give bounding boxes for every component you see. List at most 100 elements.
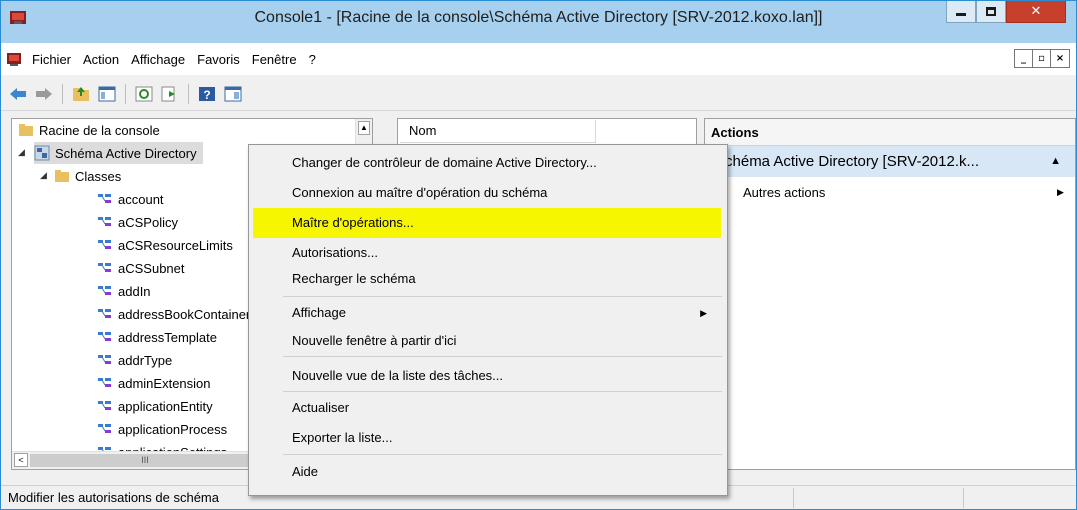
status-divider <box>793 488 794 508</box>
menu-fenetre[interactable]: Fenêtre <box>246 52 303 67</box>
maximize-button[interactable] <box>976 1 1006 23</box>
up-folder-icon[interactable] <box>70 83 92 105</box>
menu-item-connexion-maitre[interactable]: Connexion au maître d'opération du schém… <box>253 178 721 208</box>
actions-group-header[interactable]: Schéma Active Directory [SRV-2012.k... ▲ <box>705 146 1075 177</box>
tree-classes[interactable]: Classes <box>54 165 121 187</box>
show-hide-tree-icon[interactable] <box>96 83 118 105</box>
scroll-up-icon[interactable]: ▲ <box>358 121 370 135</box>
menu-separator <box>283 296 722 297</box>
class-icon <box>98 332 111 341</box>
column-header-nom[interactable]: Nom <box>400 120 596 143</box>
forward-arrow-icon[interactable] <box>33 83 55 105</box>
menu-item-recharger-schema[interactable]: Recharger le schéma <box>253 264 721 294</box>
class-icon <box>98 424 111 433</box>
collapse-up-icon[interactable]: ▲ <box>1050 146 1061 177</box>
class-label: addressBookContainer <box>118 306 251 322</box>
mdi-controls: _ ▫ × <box>1014 49 1070 68</box>
class-label: addIn <box>118 283 151 299</box>
close-button[interactable]: ✕ <box>1006 1 1066 23</box>
menu-affichage[interactable]: Affichage <box>125 52 191 67</box>
export-list-icon[interactable] <box>159 83 181 105</box>
mdi-close-button[interactable]: × <box>1051 50 1069 67</box>
menu-item-nouvelle-vue[interactable]: Nouvelle vue de la liste des tâches... <box>253 361 721 391</box>
scroll-thumb[interactable]: III <box>30 454 260 467</box>
menu-separator <box>283 454 722 455</box>
menu-favoris[interactable]: Favoris <box>191 52 246 67</box>
menu-item-exporter[interactable]: Exporter la liste... <box>253 423 721 453</box>
class-icon <box>98 240 111 249</box>
menu-action[interactable]: Action <box>77 52 125 67</box>
menu-item-actualiser[interactable]: Actualiser <box>253 393 721 423</box>
tree-classes-label: Classes <box>75 168 122 184</box>
status-divider <box>963 488 964 508</box>
class-label: addressTemplate <box>118 329 217 345</box>
class-label: aCSPolicy <box>118 214 178 230</box>
collapse-icon[interactable]: ◢ <box>18 147 25 158</box>
tree-class-item[interactable]: applicationProcess <box>97 418 227 440</box>
tree-class-item[interactable]: account <box>97 188 164 210</box>
tree-class-item[interactable]: adminExtension <box>97 372 211 394</box>
tree-root-label: Racine de la console <box>39 122 160 138</box>
tree-class-item[interactable]: applicationEntity <box>97 395 213 417</box>
class-label: applicationEntity <box>118 398 213 414</box>
toolbar-separator <box>62 83 63 104</box>
class-icon <box>98 194 111 203</box>
minimize-button[interactable] <box>946 1 976 23</box>
class-icon <box>98 401 111 410</box>
back-arrow-icon[interactable] <box>7 83 29 105</box>
mmc-window: Console1 - [Racine de la console\Schéma … <box>0 0 1077 510</box>
collapse-icon[interactable]: ◢ <box>40 170 47 181</box>
menu-item-maitre-operations[interactable]: Maître d'opérations... <box>253 208 721 238</box>
tree-class-item[interactable]: aCSResourceLimits <box>97 234 233 256</box>
tree-class-item[interactable]: aCSPolicy <box>97 211 178 233</box>
class-icon <box>98 355 111 364</box>
action-pane-icon[interactable] <box>222 83 244 105</box>
menu-item-changer-controleur[interactable]: Changer de contrôleur de domaine Active … <box>253 148 721 178</box>
console-menu-icon[interactable] <box>6 51 22 67</box>
schema-snapin-icon <box>34 145 50 161</box>
status-text: Modifier les autorisations de schéma <box>8 490 219 505</box>
menu-help[interactable]: ? <box>303 52 322 67</box>
menu-item-affichage-label: Affichage <box>292 305 346 320</box>
context-menu: Changer de contrôleur de domaine Active … <box>248 144 728 496</box>
actions-title: Actions <box>705 119 1075 146</box>
class-icon <box>98 263 111 272</box>
class-icon <box>98 217 111 226</box>
tree-class-item[interactable]: addressBookContainer <box>97 303 250 325</box>
menu-fichier[interactable]: Fichier <box>26 52 77 67</box>
menu-item-affichage[interactable]: Affichage ▶ <box>253 298 721 328</box>
actions-group-title: Schéma Active Directory [SRV-2012.k... <box>715 153 980 170</box>
tree-class-item[interactable]: addrType <box>97 349 172 371</box>
class-icon <box>98 378 111 387</box>
more-actions-link[interactable]: Autres actions <box>743 185 825 200</box>
submenu-arrow-icon: ▶ <box>700 308 707 318</box>
help-icon[interactable]: ? <box>196 83 218 105</box>
minimize-icon <box>956 13 966 16</box>
tree-snapin[interactable]: Schéma Active Directory <box>34 142 203 164</box>
class-label: addrType <box>118 352 173 368</box>
class-label: account <box>118 191 164 207</box>
class-icon <box>98 286 111 295</box>
menu-item-nouvelle-fenetre[interactable]: Nouvelle fenêtre à partir d'ici <box>253 326 721 356</box>
submenu-arrow-icon: ▶ <box>1057 187 1064 197</box>
title-bar[interactable]: Console1 - [Racine de la console\Schéma … <box>1 1 1076 43</box>
tree-root[interactable]: Racine de la console <box>18 119 160 141</box>
maximize-icon <box>986 7 996 16</box>
toolbar: ? <box>1 77 1076 111</box>
class-label: aCSSubnet <box>118 260 185 276</box>
menu-separator <box>283 391 722 392</box>
tree-class-item[interactable]: addressTemplate <box>97 326 217 348</box>
tree-class-item[interactable]: addIn <box>97 280 151 302</box>
mdi-minimize-button[interactable]: _ <box>1015 50 1033 67</box>
scroll-left-icon[interactable]: < <box>14 453 28 467</box>
window-title: Console1 - [Racine de la console\Schéma … <box>254 9 823 26</box>
close-icon: ✕ <box>1030 4 1042 19</box>
tree-class-item[interactable]: aCSSubnet <box>97 257 185 279</box>
refresh-icon[interactable] <box>133 83 155 105</box>
menu-separator <box>283 356 722 357</box>
mdi-restore-button[interactable]: ▫ <box>1033 50 1051 67</box>
class-label: aCSResourceLimits <box>118 237 233 253</box>
menu-item-aide[interactable]: Aide <box>253 457 721 487</box>
tree-snapin-label: Schéma Active Directory <box>55 145 197 161</box>
svg-text:?: ? <box>203 88 210 102</box>
